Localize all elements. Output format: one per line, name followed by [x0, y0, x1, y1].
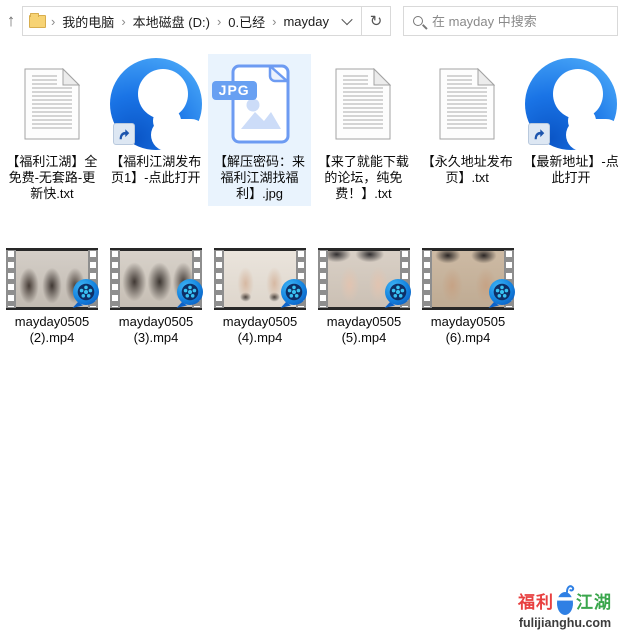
file-name: mayday0505 (2).mp4	[9, 314, 95, 346]
breadcrumb-separator: ›	[48, 14, 58, 29]
toolbar: ↑ › 我的电脑 › 本地磁盘 (D:) › 0.已经 › mayday ↻	[0, 0, 623, 38]
video-thumbnail	[214, 248, 306, 310]
video-thumbnail	[422, 248, 514, 310]
file-name: mayday0505 (3).mp4	[113, 314, 199, 346]
video-player-badge-icon	[487, 278, 517, 314]
video-item-2[interactable]: mayday0505 (3).mp4	[104, 246, 208, 350]
video-player-badge-icon	[71, 278, 101, 314]
filmstrip-icon	[214, 250, 224, 308]
breadcrumb-separator: ›	[269, 14, 279, 29]
file-item-jpg-selected[interactable]: JPG 【解压密码：来福利江湖找福利】.jpg	[208, 54, 312, 206]
cloud-icon	[151, 119, 207, 151]
video-item-5[interactable]: mayday0505 (6).mp4	[416, 246, 520, 350]
folder-icon	[29, 15, 46, 28]
file-name: 【解压密码：来福利江湖找福利】.jpg	[211, 154, 308, 202]
text-file-icon	[311, 56, 415, 152]
breadcrumb-item-computer[interactable]: 我的电脑	[58, 12, 118, 31]
file-item-txt-1[interactable]: 【福利江湖】全免费-无套路-更新快.txt	[0, 54, 104, 206]
search-input[interactable]	[432, 14, 608, 29]
file-item-txt-3[interactable]: 【永久地址发布页】.txt	[415, 54, 519, 206]
qq-browser-icon	[525, 58, 617, 150]
jpg-file-icon: JPG	[208, 56, 312, 152]
file-name: mayday0505 (4).mp4	[217, 314, 303, 346]
breadcrumb-separator: ›	[118, 14, 128, 29]
video-player-badge-icon	[175, 278, 205, 314]
filmstrip-icon	[110, 250, 120, 308]
file-name: mayday0505 (6).mp4	[425, 314, 511, 346]
cloud-icon	[566, 119, 622, 151]
shortcut-arrow-icon	[113, 123, 135, 145]
file-name: mayday0505 (5).mp4	[321, 314, 407, 346]
filmstrip-icon	[422, 250, 432, 308]
file-name: 【最新地址】-点此打开	[523, 154, 620, 186]
breadcrumb-item-drive-d[interactable]: 本地磁盘 (D:)	[129, 12, 214, 31]
video-player-badge-icon	[383, 278, 413, 314]
video-player-badge-icon	[279, 278, 309, 314]
logo-text-right: 江湖	[576, 588, 612, 613]
breadcrumb-separator: ›	[214, 14, 224, 29]
search-box[interactable]	[403, 6, 618, 36]
file-name: 【永久地址发布页】.txt	[419, 154, 516, 186]
video-thumbnail	[110, 248, 202, 310]
filmstrip-icon	[6, 250, 16, 308]
logo-domain: fulijianghu.com	[515, 616, 615, 630]
chevron-down-icon	[341, 14, 352, 25]
video-item-1[interactable]: mayday0505 (2).mp4	[0, 246, 104, 350]
refresh-icon: ↻	[370, 12, 383, 30]
file-name: 【福利江湖】全免费-无套路-更新快.txt	[3, 154, 100, 202]
breadcrumb-item-folder[interactable]: 0.已经	[224, 12, 269, 31]
file-grid-row-1: 【福利江湖】全免费-无套路-更新快.txt 【福利江湖发布页1】-点此打开	[0, 54, 623, 206]
file-item-qq-shortcut-1[interactable]: 【福利江湖发布页1】-点此打开	[104, 54, 208, 206]
video-item-4[interactable]: mayday0505 (5).mp4	[312, 246, 416, 350]
explorer-window: ↑ › 我的电脑 › 本地磁盘 (D:) › 0.已经 › mayday ↻	[0, 0, 623, 637]
file-name: 【福利江湖发布页1】-点此打开	[107, 154, 204, 186]
mouse-icon	[555, 584, 575, 616]
fulijianghu-watermark-logo: 福利 江湖 fulijianghu.com	[515, 584, 615, 630]
file-name: 【来了就能下载的论坛，纯免费！】.txt	[315, 154, 412, 202]
file-item-qq-shortcut-2[interactable]: 【最新地址】-点此打开	[519, 54, 623, 206]
refresh-button[interactable]: ↻	[362, 7, 390, 35]
file-grid-row-2: mayday0505 (2).mp4 mayda	[0, 246, 623, 350]
logo-text-left: 福利	[518, 588, 554, 613]
filmstrip-icon	[318, 250, 328, 308]
video-thumbnail	[6, 248, 98, 310]
address-bar[interactable]: › 我的电脑 › 本地磁盘 (D:) › 0.已经 › mayday ↻	[22, 6, 391, 36]
text-file-icon	[415, 56, 519, 152]
file-item-txt-2[interactable]: 【来了就能下载的论坛，纯免费！】.txt	[311, 54, 415, 206]
jpg-badge-label: JPG	[212, 81, 257, 100]
navigate-up-button[interactable]: ↑	[0, 11, 22, 31]
search-icon	[413, 16, 423, 26]
shortcut-arrow-icon	[528, 123, 550, 145]
address-dropdown-button[interactable]	[333, 7, 361, 35]
video-thumbnail	[318, 248, 410, 310]
qq-browser-icon	[110, 58, 202, 150]
video-item-3[interactable]: mayday0505 (4).mp4	[208, 246, 312, 350]
breadcrumb-item-current[interactable]: mayday	[279, 14, 333, 29]
text-file-icon	[0, 56, 104, 152]
